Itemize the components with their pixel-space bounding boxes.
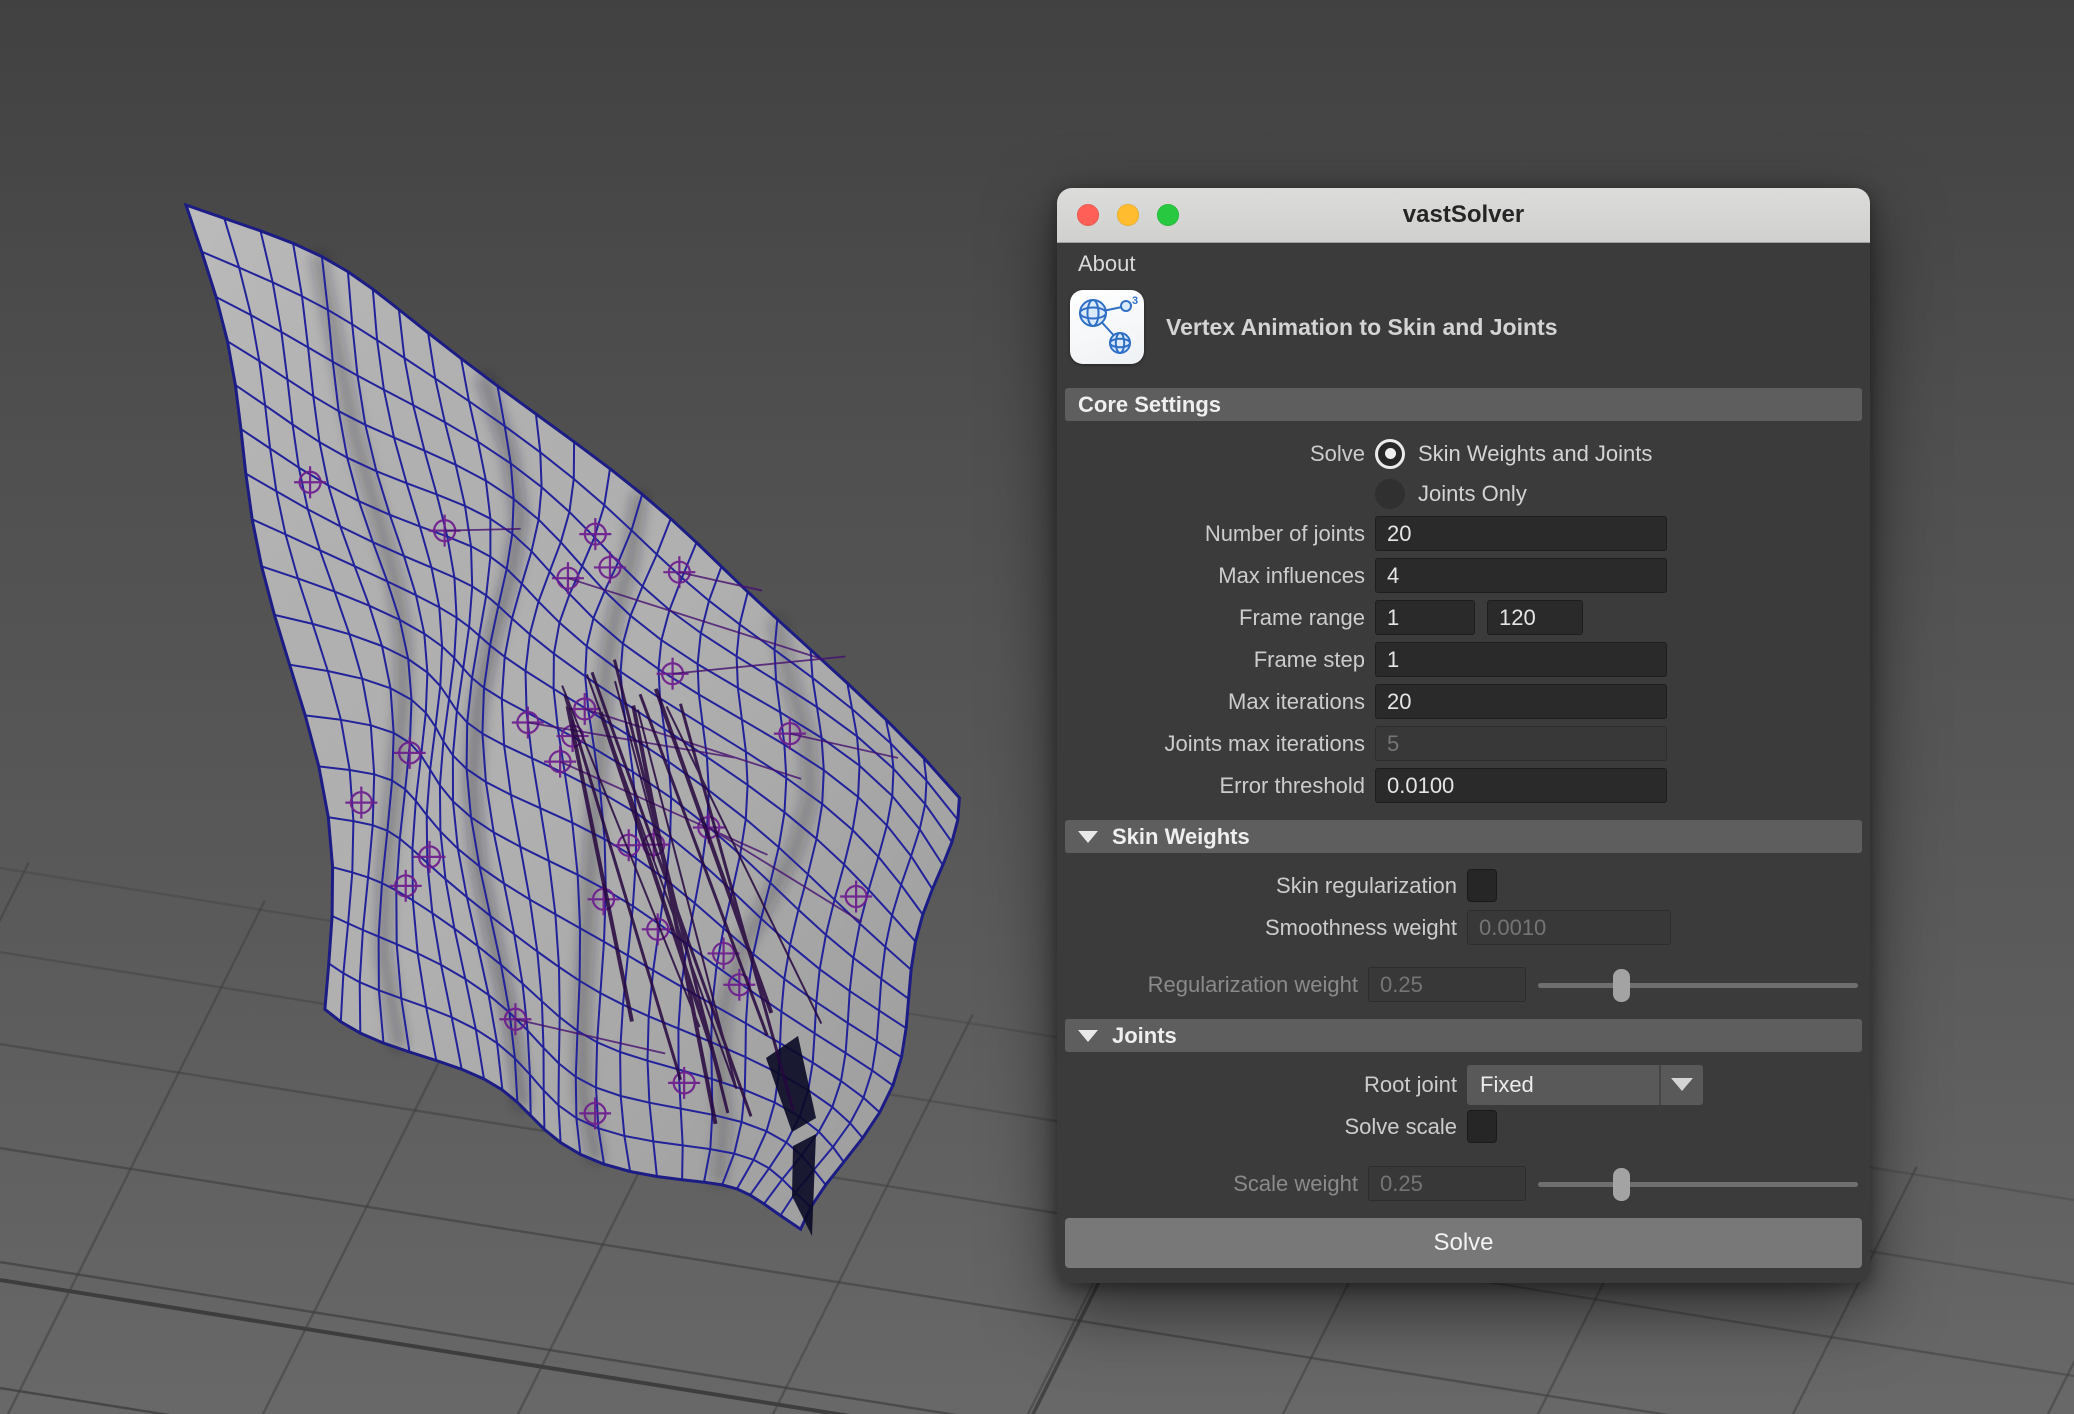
scale-weight-field: 0.25 — [1368, 1166, 1526, 1201]
app-title: Vertex Animation to Skin and Joints — [1166, 314, 1558, 341]
regularization-weight-field: 0.25 — [1368, 967, 1526, 1002]
root-joint-value: Fixed — [1467, 1065, 1659, 1105]
minimize-button[interactable] — [1117, 204, 1139, 226]
smoothness-weight-field: 0.0010 — [1467, 910, 1671, 945]
solve-mode-row-2: Joints Only — [1065, 475, 1862, 512]
section-skin-weights[interactable]: Skin Weights — [1065, 820, 1862, 853]
solve-mode-row-1: Solve Skin Weights and Joints — [1065, 433, 1862, 474]
max-iterations-row: Max iterations 20 — [1065, 681, 1862, 722]
section-joints-label: Joints — [1112, 1023, 1177, 1049]
frame-range-row: Frame range 1 120 — [1065, 597, 1862, 638]
regularization-weight-slider[interactable] — [1538, 964, 1858, 1005]
section-core-settings: Core Settings — [1065, 388, 1862, 421]
frame-range-end-field[interactable]: 120 — [1487, 600, 1583, 635]
skin-regularization-checkbox[interactable] — [1467, 869, 1497, 902]
max-influences-row: Max influences 4 — [1065, 555, 1862, 596]
smoothness-weight-label: Smoothness weight — [1065, 915, 1467, 941]
max-iterations-label: Max iterations — [1065, 689, 1375, 715]
smoothness-weight-row: Smoothness weight 0.0010 — [1065, 907, 1862, 948]
icon-badge: 3 — [1132, 295, 1138, 307]
chevron-down-icon — [1671, 1078, 1693, 1091]
collapse-arrow-icon[interactable] — [1078, 831, 1098, 843]
joints-max-iterations-field: 5 — [1375, 726, 1667, 761]
dropdown-button[interactable] — [1659, 1065, 1703, 1105]
scale-weight-label: Scale weight — [1065, 1171, 1368, 1197]
regularization-weight-row: Regularization weight 0.25 — [1065, 964, 1862, 1005]
number-of-joints-field[interactable]: 20 — [1375, 516, 1667, 551]
root-joint-label: Root joint — [1065, 1072, 1467, 1098]
section-core-settings-label: Core Settings — [1078, 392, 1221, 418]
scale-weight-slider[interactable] — [1538, 1163, 1858, 1204]
vastsolver-window: vastSolver About 3 Vertex Ani — [1057, 188, 1870, 1283]
menu-about[interactable]: About — [1072, 247, 1142, 281]
app-header: 3 Vertex Animation to Skin and Joints — [1057, 284, 1870, 380]
max-influences-label: Max influences — [1065, 563, 1375, 589]
solve-scale-checkbox[interactable] — [1467, 1110, 1497, 1143]
scale-weight-row: Scale weight 0.25 — [1065, 1163, 1862, 1204]
error-threshold-field[interactable]: 0.0100 — [1375, 768, 1667, 803]
number-of-joints-label: Number of joints — [1065, 521, 1375, 547]
frame-range-label: Frame range — [1065, 605, 1375, 631]
max-influences-field[interactable]: 4 — [1375, 558, 1667, 593]
joints-max-iterations-row: Joints max iterations 5 — [1065, 723, 1862, 764]
frame-step-field[interactable]: 1 — [1375, 642, 1667, 677]
slider-groove — [1538, 1182, 1858, 1187]
number-of-joints-row: Number of joints 20 — [1065, 513, 1862, 554]
root-joint-row: Root joint Fixed — [1065, 1064, 1862, 1105]
max-iterations-field[interactable]: 20 — [1375, 684, 1667, 719]
close-button[interactable] — [1077, 204, 1099, 226]
frame-range-start-field[interactable]: 1 — [1375, 600, 1475, 635]
solve-scale-label: Solve scale — [1065, 1114, 1467, 1140]
zoom-button[interactable] — [1157, 204, 1179, 226]
frame-step-label: Frame step — [1065, 647, 1375, 673]
skin-regularization-label: Skin regularization — [1065, 873, 1467, 899]
radio-skin-weights-and-joints-label: Skin Weights and Joints — [1418, 441, 1652, 467]
menu-bar: About — [1057, 243, 1870, 284]
solve-scale-row: Solve scale — [1065, 1106, 1862, 1147]
radio-skin-weights-and-joints[interactable] — [1375, 439, 1405, 469]
vast-solver-globes-icon: 3 — [1070, 290, 1144, 364]
section-skin-weights-label: Skin Weights — [1112, 824, 1250, 850]
slider-handle[interactable] — [1613, 1168, 1630, 1201]
skin-regularization-row: Skin regularization — [1065, 865, 1862, 906]
slider-handle[interactable] — [1613, 969, 1630, 1002]
regularization-weight-label: Regularization weight — [1065, 972, 1368, 998]
error-threshold-row: Error threshold 0.0100 — [1065, 765, 1862, 806]
traffic-lights — [1077, 188, 1179, 242]
frame-step-row: Frame step 1 — [1065, 639, 1862, 680]
radio-joints-only[interactable] — [1375, 479, 1405, 509]
solve-label: Solve — [1065, 441, 1375, 467]
section-joints[interactable]: Joints — [1065, 1019, 1862, 1052]
radio-joints-only-label: Joints Only — [1418, 481, 1527, 507]
slider-groove — [1538, 983, 1858, 988]
joints-max-iterations-label: Joints max iterations — [1065, 731, 1375, 757]
root-joint-dropdown[interactable]: Fixed — [1467, 1065, 1703, 1105]
titlebar[interactable]: vastSolver — [1057, 188, 1870, 243]
solve-button[interactable]: Solve — [1065, 1218, 1862, 1268]
collapse-arrow-icon[interactable] — [1078, 1030, 1098, 1042]
cloth-mesh[interactable] — [186, 205, 959, 1236]
error-threshold-label: Error threshold — [1065, 773, 1375, 799]
